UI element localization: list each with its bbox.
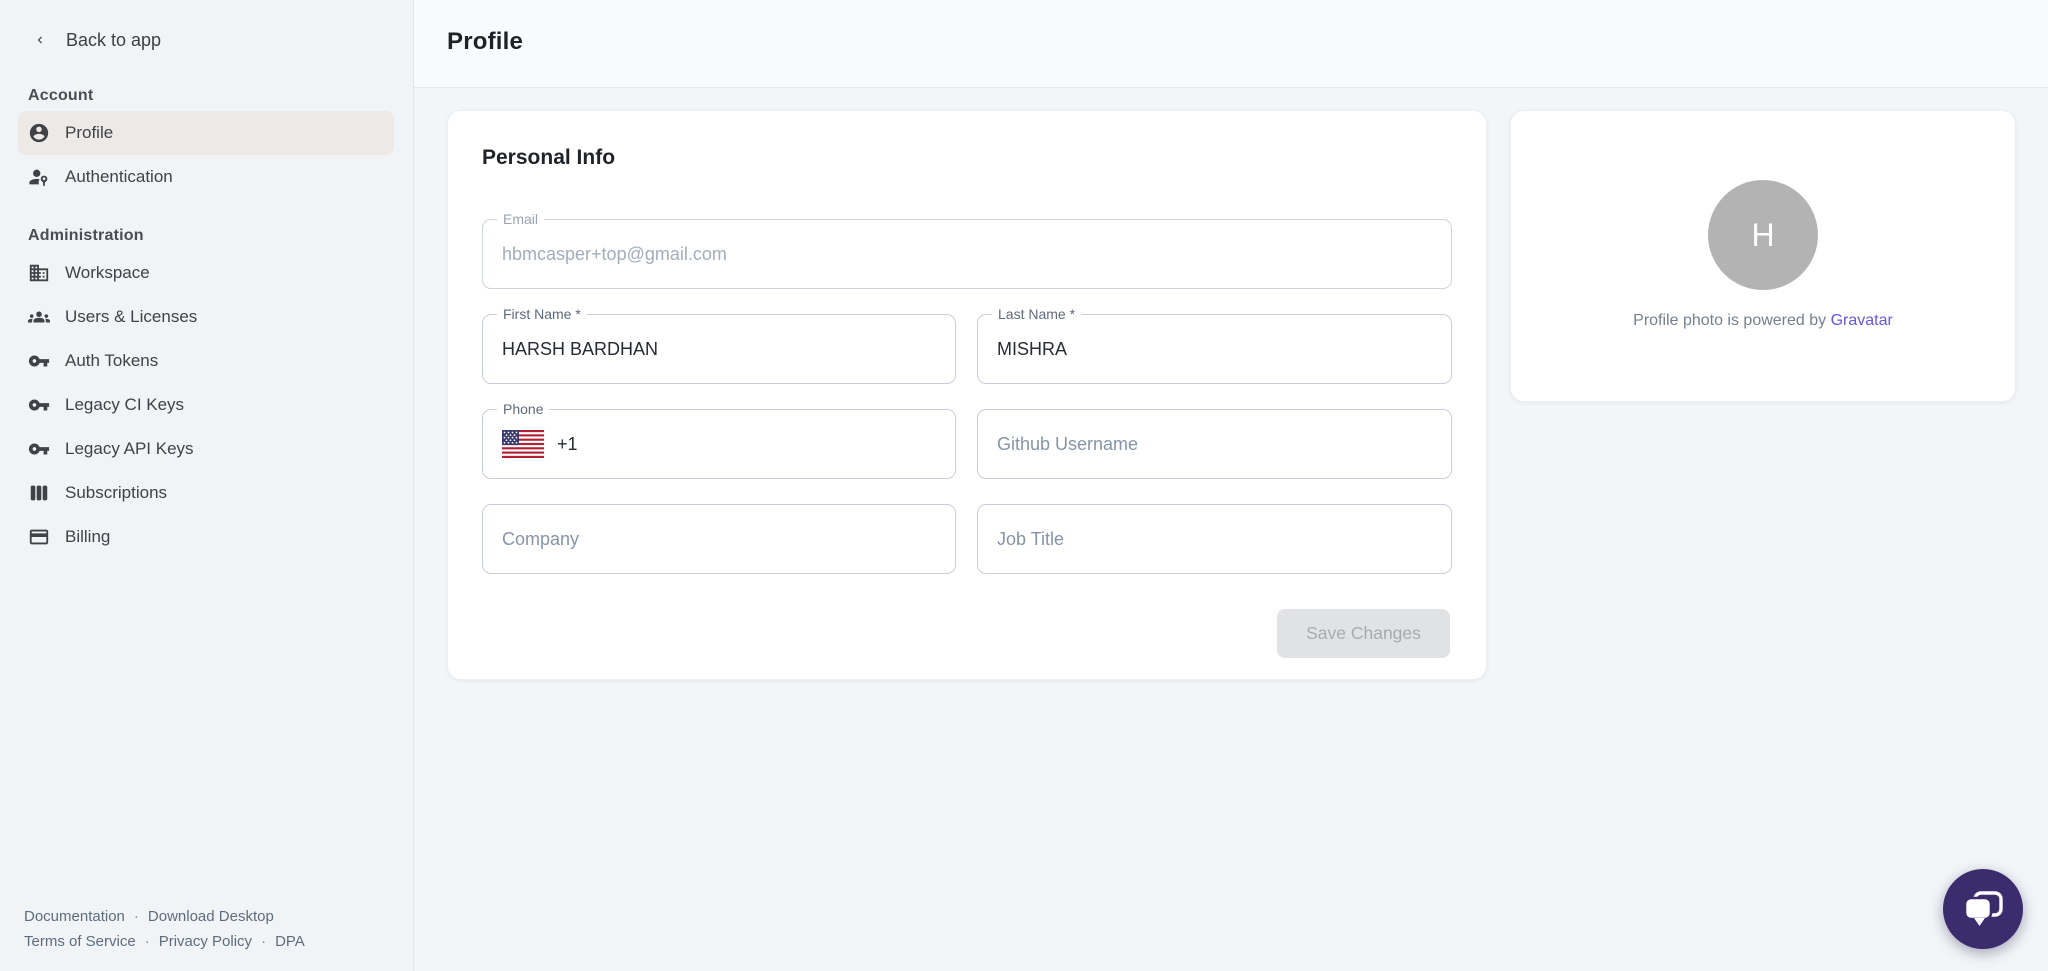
- job-title-input[interactable]: [978, 505, 1451, 573]
- chevron-left-icon: [33, 29, 47, 51]
- email-field: Email: [482, 219, 1452, 289]
- avatar: H: [1708, 180, 1818, 290]
- footer-separator: ·: [134, 908, 139, 925]
- columns-icon: [28, 482, 50, 504]
- sidebar-item-authentication[interactable]: Authentication: [18, 155, 394, 199]
- last-name-label: Last Name *: [992, 306, 1081, 322]
- chat-widget-button[interactable]: [1943, 869, 2023, 949]
- sidebar-item-workspace[interactable]: Workspace: [18, 251, 394, 295]
- sidebar-footer: Documentation · Download Desktop Terms of …: [24, 904, 393, 954]
- terms-of-service-link[interactable]: Terms of Service: [24, 933, 136, 950]
- footer-row-2: Terms of Service · Privacy Policy · DPA: [24, 929, 393, 954]
- first-name-label: First Name *: [497, 306, 587, 322]
- github-username-input[interactable]: [978, 410, 1451, 478]
- last-name-field: Last Name *: [977, 314, 1452, 384]
- back-to-app-label: Back to app: [66, 30, 161, 51]
- company-field: [482, 504, 956, 574]
- country-flag-selector[interactable]: [502, 430, 544, 458]
- section-title-account: Account: [28, 87, 413, 105]
- avatar-initial: H: [1751, 217, 1774, 254]
- footer-separator: ·: [261, 933, 266, 950]
- page-title: Profile: [414, 0, 2048, 56]
- sidebar-item-legacy-api-keys[interactable]: Legacy API Keys: [18, 427, 394, 471]
- privacy-policy-link[interactable]: Privacy Policy: [159, 933, 252, 950]
- sidebar-item-users-licenses[interactable]: Users & Licenses: [18, 295, 394, 339]
- footer-row-1: Documentation · Download Desktop: [24, 904, 393, 929]
- sidebar-item-label: Workspace: [65, 263, 150, 283]
- sidebar-item-auth-tokens[interactable]: Auth Tokens: [18, 339, 394, 383]
- first-name-field: First Name *: [482, 314, 956, 384]
- person-key-icon: [28, 166, 50, 188]
- sidebar-item-label: Auth Tokens: [65, 351, 158, 371]
- sidebar-item-legacy-ci-keys[interactable]: Legacy CI Keys: [18, 383, 394, 427]
- back-to-app-button[interactable]: Back to app: [0, 0, 413, 51]
- sidebar-item-profile[interactable]: Profile: [18, 111, 394, 155]
- sidebar: Back to app Account Profile Authenticati…: [0, 0, 414, 971]
- sidebar-item-label: Authentication: [65, 167, 173, 187]
- first-name-input[interactable]: [483, 315, 955, 383]
- account-circle-icon: [28, 122, 50, 144]
- save-changes-button[interactable]: Save Changes: [1277, 609, 1450, 658]
- dial-code: +1: [557, 434, 578, 455]
- sidebar-item-label: Legacy API Keys: [65, 439, 194, 459]
- footer-separator: ·: [145, 933, 150, 950]
- sidebar-item-billing[interactable]: Billing: [18, 515, 394, 559]
- sidebar-item-label: Legacy CI Keys: [65, 395, 184, 415]
- groups-icon: [28, 306, 50, 328]
- dpa-link[interactable]: DPA: [275, 933, 305, 950]
- sidebar-item-label: Billing: [65, 527, 110, 547]
- building-icon: [28, 262, 50, 284]
- profile-photo-card: H Profile photo is powered by Gravatar: [1510, 110, 2016, 402]
- photo-caption-text: Profile photo is powered by: [1633, 312, 1826, 329]
- section-title-administration: Administration: [28, 227, 413, 245]
- email-input: [483, 220, 1451, 288]
- phone-label: Phone: [497, 401, 549, 417]
- documentation-link[interactable]: Documentation: [24, 908, 125, 925]
- sidebar-item-label: Profile: [65, 123, 113, 143]
- phone-field: Phone: [482, 409, 956, 479]
- chat-bubbles-icon: [1961, 888, 2005, 930]
- download-desktop-link[interactable]: Download Desktop: [148, 908, 274, 925]
- gravatar-link[interactable]: Gravatar: [1831, 312, 1893, 329]
- key-icon: [28, 438, 50, 460]
- personal-info-card: Personal Info Email First Name * Last Na…: [447, 110, 1487, 680]
- us-flag-icon: [502, 430, 544, 458]
- sidebar-item-label: Users & Licenses: [65, 307, 197, 327]
- sidebar-item-label: Subscriptions: [65, 483, 167, 503]
- last-name-input[interactable]: [978, 315, 1451, 383]
- github-username-field: [977, 409, 1452, 479]
- key-icon: [28, 394, 50, 416]
- credit-card-icon: [28, 526, 50, 548]
- main-header: Profile: [414, 0, 2048, 88]
- job-title-field: [977, 504, 1452, 574]
- company-input[interactable]: [483, 505, 955, 573]
- phone-input[interactable]: [591, 410, 936, 478]
- photo-caption: Profile photo is powered by Gravatar: [1511, 312, 2015, 330]
- email-label: Email: [497, 211, 544, 227]
- key-icon: [28, 350, 50, 372]
- sidebar-item-subscriptions[interactable]: Subscriptions: [18, 471, 394, 515]
- personal-info-title: Personal Info: [482, 146, 615, 170]
